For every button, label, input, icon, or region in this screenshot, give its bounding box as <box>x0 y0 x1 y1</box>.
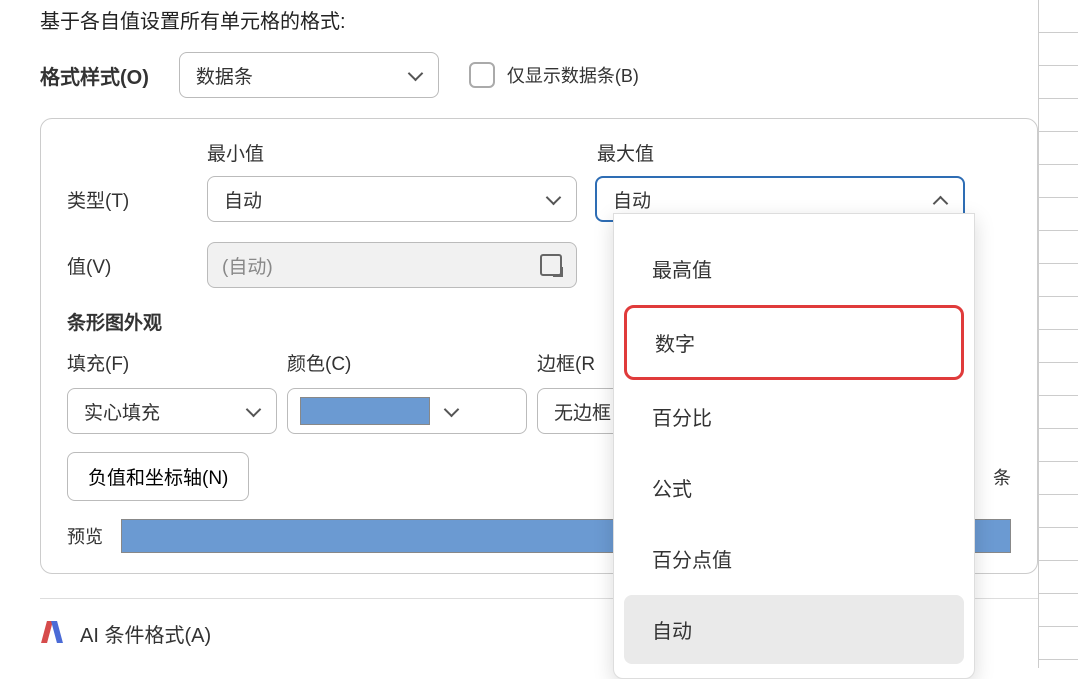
border-value: 无边框 <box>554 398 611 425</box>
color-swatch <box>300 397 430 425</box>
min-header: 最小值 <box>207 139 597 166</box>
dropdown-item-percent[interactable]: 百分比 <box>624 382 964 451</box>
chevron-up-icon <box>933 192 947 206</box>
ai-icon <box>40 621 66 647</box>
dropdown-item-highest[interactable]: 最高值 <box>624 234 964 303</box>
chevron-down-icon <box>546 192 560 206</box>
value-label: 值(V) <box>67 252 207 279</box>
format-style-value: 数据条 <box>196 62 253 89</box>
chevron-down-icon <box>408 68 422 82</box>
value-min-placeholder: (自动) <box>222 252 273 279</box>
value-min-input[interactable]: (自动) <box>207 242 577 288</box>
color-label: 颜色(C) <box>287 349 527 376</box>
type-label: 类型(T) <box>67 186 207 213</box>
chevron-down-icon <box>444 404 458 418</box>
type-min-select[interactable]: 自动 <box>207 176 577 222</box>
dropdown-item-auto[interactable]: 自动 <box>624 595 964 664</box>
max-header: 最大值 <box>597 139 654 166</box>
format-style-label: 格式样式(O) <box>40 61 149 90</box>
type-max-dropdown: 最高值 数字 百分比 公式 百分点值 自动 <box>613 213 975 679</box>
bar-direction-partial-label: 条 <box>993 464 1011 490</box>
cell-reference-icon[interactable] <box>540 254 562 276</box>
dropdown-item-formula[interactable]: 公式 <box>624 453 964 522</box>
show-only-bar-label: 仅显示数据条(B) <box>507 62 639 88</box>
type-max-value: 自动 <box>613 186 651 213</box>
preview-label: 预览 <box>67 523 103 549</box>
intro-text: 基于各自值设置所有单元格的格式: <box>40 0 1038 34</box>
ai-label: AI 条件格式(A) <box>80 619 211 648</box>
fill-label: 填充(F) <box>67 349 277 376</box>
show-only-bar-checkbox[interactable] <box>469 62 495 88</box>
color-select[interactable] <box>287 388 527 434</box>
fill-value: 实心填充 <box>84 398 160 425</box>
dropdown-item-number[interactable]: 数字 <box>624 305 964 380</box>
spreadsheet-grid-edge <box>1038 0 1078 668</box>
chevron-down-icon <box>246 404 260 418</box>
dropdown-item-percentile[interactable]: 百分点值 <box>624 524 964 593</box>
type-min-value: 自动 <box>224 186 262 213</box>
negative-axis-button[interactable]: 负值和坐标轴(N) <box>67 452 249 501</box>
format-style-select[interactable]: 数据条 <box>179 52 439 98</box>
fill-select[interactable]: 实心填充 <box>67 388 277 434</box>
